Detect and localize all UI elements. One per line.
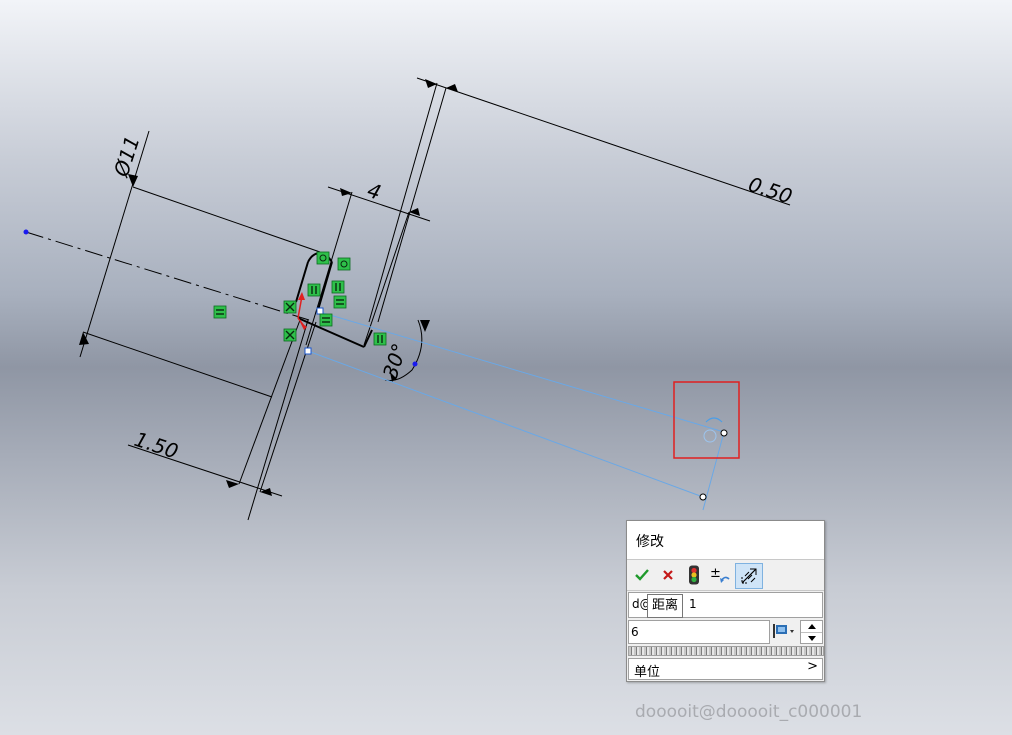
centerline[interactable] <box>25 231 310 321</box>
spinner-down-icon <box>807 636 816 641</box>
offset-dimension[interactable]: 0.50 <box>368 77 795 323</box>
x-icon <box>663 570 673 580</box>
thumbwheel[interactable] <box>628 646 824 656</box>
width-dim-text[interactable]: 4 <box>364 178 384 205</box>
units-expand-arrow: > <box>807 659 818 674</box>
reverse-dimension-button[interactable]: ± <box>708 563 732 587</box>
horizontal-relation-icon <box>213 305 227 319</box>
spinner-up-icon <box>807 624 816 629</box>
angle-dimension[interactable]: 30° <box>378 319 430 382</box>
parallel-relation-icon <box>331 280 345 294</box>
rebuild-button[interactable] <box>682 563 706 587</box>
offset-dim-text[interactable]: 0.50 <box>745 172 795 209</box>
ok-button[interactable] <box>630 563 654 587</box>
unit-dropdown-button[interactable] <box>771 621 797 641</box>
origin-arrows <box>297 292 307 330</box>
traffic-light-icon <box>689 565 699 585</box>
dimension-value-field[interactable] <box>628 620 770 644</box>
modify-dialog-toolbar: ± <box>627 560 824 591</box>
checkmark-icon <box>635 569 649 581</box>
coincident-relation-icon <box>283 328 297 342</box>
dimension-flag-icon <box>773 624 794 638</box>
sketch-canvas[interactable]: Ø11 4 0.50 1.50 30° <box>0 0 1012 735</box>
cancel-button[interactable] <box>656 563 680 587</box>
centerline-endpoint[interactable] <box>23 229 29 235</box>
value-spinner[interactable] <box>800 620 823 644</box>
spinner-down-button[interactable] <box>801 632 822 644</box>
spinner-up-button[interactable] <box>801 621 822 632</box>
diameter-dimension[interactable]: Ø11 <box>79 130 321 398</box>
plus-minus-icon: ± <box>710 566 730 583</box>
parallel-relation-icon <box>373 332 387 346</box>
dimension-marker-icon <box>741 568 757 584</box>
modify-dialog-title: 修改 <box>636 534 664 550</box>
angle-dim-text[interactable]: 30° <box>378 340 412 381</box>
dimension-value-input[interactable] <box>629 622 763 642</box>
svg-text:±: ± <box>710 566 721 581</box>
tangent-relation-icon <box>337 257 351 271</box>
dimension-name-suffix: 1 <box>689 597 697 611</box>
equal-relation-icon <box>333 295 347 309</box>
coincident-relation-icon <box>283 300 297 314</box>
coincident-relation-icon <box>316 251 330 265</box>
length-dim-text[interactable]: 1.50 <box>131 427 181 464</box>
units-expander[interactable]: 单位 > <box>628 658 823 680</box>
units-label: 单位 <box>634 665 661 680</box>
mark-dimension-button[interactable] <box>735 563 763 589</box>
length-dimension[interactable]: 1.50 <box>127 319 317 497</box>
distance-tooltip: 距离 <box>647 594 684 618</box>
parallel-relation-icon <box>307 283 321 297</box>
diameter-dim-text[interactable]: Ø11 <box>109 133 145 181</box>
equal-relation-icon <box>319 313 333 327</box>
modify-dialog-titlebar: 修改 <box>627 521 824 560</box>
watermark: dooooit@dooooit_c000001 <box>635 702 863 722</box>
